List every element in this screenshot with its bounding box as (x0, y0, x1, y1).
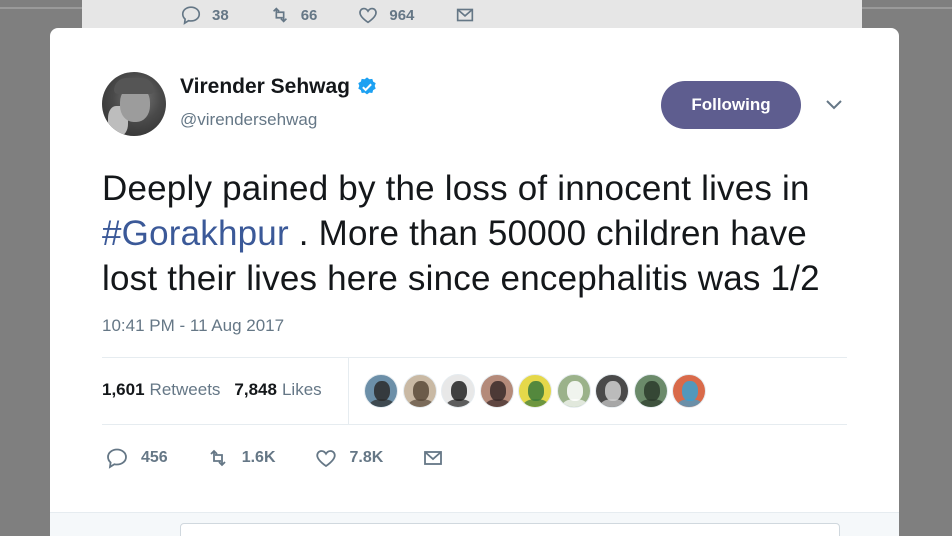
previous-like-action[interactable]: 964 (357, 4, 414, 26)
likes-label[interactable]: Likes (282, 380, 322, 400)
stats-divider (348, 358, 349, 424)
tweet-text-start: Deeply pained by the loss of innocent li… (102, 169, 810, 208)
liker-avatars (364, 374, 711, 408)
mail-icon (424, 451, 443, 465)
previous-reply-count: 38 (212, 6, 229, 24)
previous-retweet-action[interactable]: 66 (269, 4, 318, 26)
retweet-count: 1.6K (241, 449, 276, 466)
verified-badge-icon (358, 77, 376, 95)
reply-icon (107, 448, 127, 469)
previous-message-action[interactable] (454, 4, 486, 26)
liker-avatar[interactable] (595, 374, 629, 408)
reply-input[interactable] (180, 523, 840, 536)
author-name-row: Virender Sehwag (180, 75, 378, 99)
tweet-action-bar: 456 1.6K 7.8K (105, 446, 495, 470)
tweet-timestamp[interactable]: 10:41 PM - 11 Aug 2017 (102, 316, 284, 336)
retweets-label[interactable]: Retweets (150, 380, 221, 400)
tweet-card: Virender Sehwag @virendersehwag Followin… (50, 28, 899, 536)
reply-section (50, 512, 899, 536)
likes-count[interactable]: 7,848 (234, 380, 277, 400)
retweet-icon (272, 7, 287, 23)
author-handle[interactable]: @virendersehwag (180, 110, 317, 130)
previous-like-count: 964 (389, 6, 415, 24)
liker-avatar[interactable] (364, 374, 398, 408)
author-name[interactable]: Virender Sehwag (180, 75, 350, 99)
divider (102, 357, 847, 358)
liker-avatar[interactable] (441, 374, 475, 408)
hashtag-link[interactable]: #Gorakhpur (102, 214, 289, 253)
previous-retweet-count: 66 (300, 6, 318, 24)
previous-tweet-action-bar: 38 66 964 (82, 0, 862, 30)
retweets-count[interactable]: 1,601 (102, 380, 145, 400)
like-count: 7.8K (349, 449, 384, 466)
heart-icon (315, 450, 336, 468)
heart-icon (359, 7, 378, 24)
reply-icon (181, 6, 201, 25)
liker-avatar[interactable] (479, 374, 514, 408)
chevron-down-icon[interactable] (825, 98, 843, 112)
reply-count: 456 (141, 449, 168, 466)
liker-avatar[interactable] (402, 374, 437, 408)
liker-avatar[interactable] (518, 374, 552, 408)
retweet-action[interactable]: 1.6K (206, 446, 276, 470)
retweet-icon (210, 449, 226, 467)
author-avatar[interactable] (102, 72, 166, 136)
divider (102, 424, 847, 425)
previous-reply-action[interactable]: 38 (180, 4, 229, 26)
liker-avatar[interactable] (633, 374, 668, 408)
following-button[interactable]: Following (661, 81, 801, 129)
liker-avatar[interactable] (556, 374, 591, 408)
tweet-stats: 1,601 Retweets 7,848 Likes (102, 380, 336, 400)
tweet-text: Deeply pained by the loss of innocent li… (102, 166, 862, 301)
direct-message-action[interactable] (421, 446, 457, 470)
reply-action[interactable]: 456 (105, 446, 168, 470)
like-action[interactable]: 7.8K (314, 446, 384, 470)
mail-icon (457, 8, 474, 22)
liker-avatar[interactable] (672, 374, 706, 408)
